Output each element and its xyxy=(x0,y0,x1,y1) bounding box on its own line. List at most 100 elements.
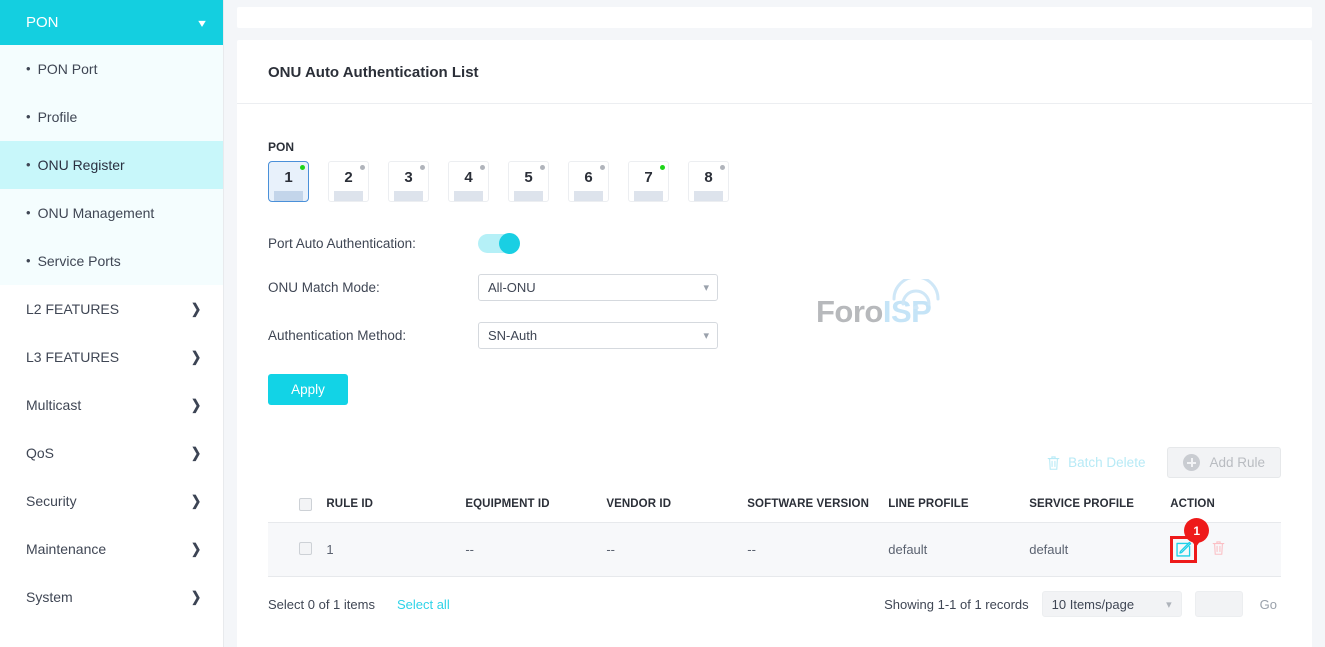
table-row[interactable]: 1 -- -- -- default default 1 xyxy=(268,523,1281,577)
chevron-down-icon: ▾ xyxy=(703,329,709,342)
pon-port-4[interactable]: 4 xyxy=(448,161,489,202)
authentication-method-select[interactable]: SN-Auth ▾ xyxy=(478,322,718,349)
port-auto-auth-toggle[interactable] xyxy=(478,234,519,253)
sidebar-item-label: ONU Management xyxy=(38,205,155,221)
pon-port-number: 8 xyxy=(689,169,728,186)
page-root: PON ▾ • PON Port • Profile • ONU Registe… xyxy=(0,0,1325,647)
auth-settings-form: Port Auto Authentication: ONU Match Mode… xyxy=(268,234,1281,405)
form-row-match-mode: ONU Match Mode: All-ONU ▾ xyxy=(268,274,1281,301)
page-size-select[interactable]: 10 Items/page ▾ xyxy=(1042,591,1182,617)
sidebar-item-label: Multicast xyxy=(26,397,81,413)
chevron-right-icon: ❯ xyxy=(191,397,201,413)
onu-match-mode-select[interactable]: All-ONU ▾ xyxy=(478,274,718,301)
batch-delete-button[interactable]: Batch Delete xyxy=(1046,455,1145,471)
table-toolbar: Batch Delete Add Rule xyxy=(268,447,1281,478)
page-size-value: 10 Items/page xyxy=(1052,597,1134,612)
pon-selector-label: PON xyxy=(268,140,1281,154)
select-all-link[interactable]: Select all xyxy=(397,597,450,612)
select-all-checkbox[interactable] xyxy=(299,498,312,511)
selection-count-label: Select 0 of 1 items xyxy=(268,597,375,612)
pon-port-number: 6 xyxy=(569,169,608,186)
go-button[interactable]: Go xyxy=(1256,597,1281,612)
records-label: Showing 1-1 of 1 records xyxy=(884,597,1029,612)
table-body: 1 -- -- -- default default 1 xyxy=(268,523,1281,577)
column-header-software-version: SOFTWARE VERSION xyxy=(747,492,888,523)
chevron-right-icon: ❯ xyxy=(191,589,201,605)
sidebar-item-profile[interactable]: • Profile xyxy=(0,93,223,141)
sidebar-item-label: Profile xyxy=(38,109,78,125)
pon-port-bar xyxy=(574,191,603,201)
sidebar-item-system[interactable]: System ❯ xyxy=(0,573,223,621)
sidebar-item-pon-port[interactable]: • PON Port xyxy=(0,45,223,93)
sidebar-item-label: System xyxy=(26,589,73,605)
panel-body: PON 1 2 3 xyxy=(237,140,1312,617)
authentication-method-value: SN-Auth xyxy=(488,328,537,343)
row-select-cell xyxy=(268,523,326,577)
sidebar-item-label: Maintenance xyxy=(26,541,106,557)
main-content: ONU Auto Authentication List PON 1 2 xyxy=(224,0,1325,647)
chevron-down-icon: ▾ xyxy=(1166,598,1172,611)
pon-port-number: 5 xyxy=(509,169,548,186)
delete-rule-button[interactable] xyxy=(1211,540,1226,559)
add-rule-label: Add Rule xyxy=(1209,455,1265,470)
row-action-group: 1 xyxy=(1170,536,1281,563)
sidebar-item-label: L3 FEATURES xyxy=(26,349,119,365)
pon-port-6[interactable]: 6 xyxy=(568,161,609,202)
sidebar-item-label: L2 FEATURES xyxy=(26,301,119,317)
chevron-right-icon: ❯ xyxy=(191,445,201,461)
pon-port-2[interactable]: 2 xyxy=(328,161,369,202)
sidebar-item-l2-features[interactable]: L2 FEATURES ❯ xyxy=(0,285,223,333)
pon-port-bar xyxy=(454,191,483,201)
port-auto-auth-label: Port Auto Authentication: xyxy=(268,236,478,251)
breadcrumb-bar xyxy=(237,7,1312,28)
pon-port-bar xyxy=(334,191,363,201)
add-rule-button[interactable]: Add Rule xyxy=(1167,447,1281,478)
pon-port-selector: 1 2 3 4 xyxy=(268,161,1281,202)
sidebar-item-onu-management[interactable]: • ONU Management xyxy=(0,189,223,237)
pagination-controls: Showing 1-1 of 1 records 10 Items/page ▾… xyxy=(884,591,1281,617)
column-header-action: ACTION xyxy=(1170,492,1281,523)
pon-port-3[interactable]: 3 xyxy=(388,161,429,202)
cell-line-profile: default xyxy=(888,523,1029,577)
row-checkbox[interactable] xyxy=(299,542,312,555)
pon-port-8[interactable]: 8 xyxy=(688,161,729,202)
column-header-service-profile: SERVICE PROFILE xyxy=(1029,492,1170,523)
page-number-input[interactable] xyxy=(1195,591,1243,617)
pon-port-1[interactable]: 1 xyxy=(268,161,309,202)
sidebar-item-label: QoS xyxy=(26,445,54,461)
pon-port-bar xyxy=(634,191,663,201)
sidebar-item-label: Security xyxy=(26,493,77,509)
onu-match-mode-label: ONU Match Mode: xyxy=(268,280,478,295)
table-header: RULE ID EQUIPMENT ID VENDOR ID SOFTWARE … xyxy=(268,492,1281,523)
pon-port-bar xyxy=(394,191,423,201)
pon-port-7[interactable]: 7 xyxy=(628,161,669,202)
sidebar-item-service-ports[interactable]: • Service Ports xyxy=(0,237,223,285)
table-header-row: RULE ID EQUIPMENT ID VENDOR ID SOFTWARE … xyxy=(268,492,1281,523)
pon-port-number: 4 xyxy=(449,169,488,186)
pon-port-bar xyxy=(694,191,723,201)
sidebar-item-multicast[interactable]: Multicast ❯ xyxy=(0,381,223,429)
pon-port-bar xyxy=(274,191,303,201)
cell-vendor-id: -- xyxy=(606,523,747,577)
edit-rule-button[interactable]: 1 xyxy=(1170,536,1197,563)
sidebar-item-security[interactable]: Security ❯ xyxy=(0,477,223,525)
pon-port-number: 7 xyxy=(629,169,668,186)
sidebar-group-pon[interactable]: PON ▾ xyxy=(0,0,223,45)
form-row-auth-method: Authentication Method: SN-Auth ▾ xyxy=(268,322,1281,349)
sidebar-item-maintenance[interactable]: Maintenance ❯ xyxy=(0,525,223,573)
sidebar-item-onu-register[interactable]: • ONU Register xyxy=(0,141,223,189)
sidebar-item-label: PON Port xyxy=(38,61,98,77)
select-all-header xyxy=(268,492,326,523)
sidebar-item-qos[interactable]: QoS ❯ xyxy=(0,429,223,477)
apply-button[interactable]: Apply xyxy=(268,374,348,405)
sidebar-item-l3-features[interactable]: L3 FEATURES ❯ xyxy=(0,333,223,381)
pon-port-5[interactable]: 5 xyxy=(508,161,549,202)
page-title: ONU Auto Authentication List xyxy=(237,40,1312,104)
trash-icon xyxy=(1046,455,1061,471)
pon-port-number: 1 xyxy=(269,169,308,186)
batch-delete-label: Batch Delete xyxy=(1068,455,1145,470)
rules-table: RULE ID EQUIPMENT ID VENDOR ID SOFTWARE … xyxy=(268,492,1281,577)
content-panel: ONU Auto Authentication List PON 1 2 xyxy=(237,40,1312,647)
trash-icon xyxy=(1211,540,1226,556)
chevron-down-icon: ▾ xyxy=(703,281,709,294)
